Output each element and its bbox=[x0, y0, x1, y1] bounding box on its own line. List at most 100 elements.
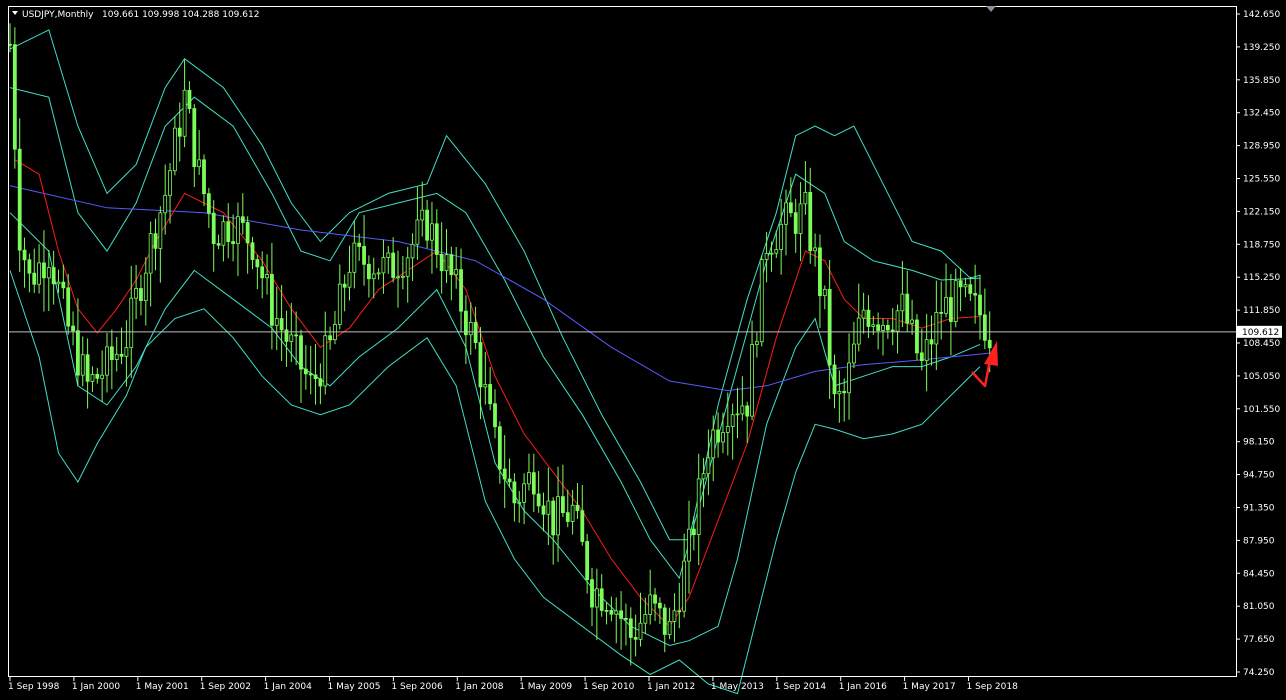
candle-body bbox=[211, 212, 216, 244]
candle-body bbox=[871, 324, 876, 327]
candle-body bbox=[410, 243, 415, 259]
candle-body bbox=[827, 288, 832, 366]
candle-body bbox=[716, 429, 720, 443]
candle-body bbox=[119, 353, 124, 357]
candle-body bbox=[624, 618, 628, 620]
candle-body bbox=[512, 481, 517, 504]
y-tick-label: 125.550 bbox=[1243, 175, 1280, 185]
candle-body bbox=[488, 384, 493, 405]
candle-body bbox=[114, 353, 119, 360]
candle-body bbox=[454, 269, 459, 276]
candle-body bbox=[900, 293, 905, 312]
y-tick-label: 122.150 bbox=[1243, 207, 1280, 217]
candle-body bbox=[551, 500, 556, 536]
candle-body bbox=[328, 335, 333, 341]
candle-body bbox=[944, 297, 948, 314]
y-tick-label: 81.050 bbox=[1243, 602, 1275, 612]
candle-body bbox=[531, 472, 536, 495]
x-tick-label: 1 May 2005 bbox=[328, 682, 381, 692]
current-price-tag: 109.612 bbox=[1237, 325, 1282, 338]
candle-body bbox=[614, 610, 619, 615]
y-tick-label: 87.950 bbox=[1243, 536, 1275, 546]
candle-body bbox=[822, 288, 827, 297]
candle-body bbox=[158, 212, 163, 249]
price-chart[interactable]: 142.650 139.250 135.850 132.450 128.950 125.5… bbox=[0, 0, 1286, 700]
candle-body bbox=[924, 339, 929, 362]
candle-body bbox=[856, 317, 861, 345]
candle-body bbox=[216, 243, 221, 246]
candle-body bbox=[400, 275, 405, 278]
candle-body bbox=[109, 346, 114, 360]
candle-body bbox=[653, 594, 657, 604]
candle-body bbox=[352, 242, 357, 273]
candle-body bbox=[881, 324, 885, 331]
candle-body bbox=[672, 610, 677, 622]
candle-body bbox=[85, 354, 90, 382]
x-tick-label: 1 May 2017 bbox=[903, 682, 956, 692]
candle-body bbox=[153, 233, 158, 249]
candle-body bbox=[769, 252, 774, 255]
candle-body bbox=[852, 343, 856, 364]
candle-body bbox=[818, 247, 822, 297]
candle-body bbox=[885, 324, 890, 331]
candle-body bbox=[725, 426, 730, 433]
candle-body bbox=[939, 311, 944, 314]
candle-body bbox=[357, 242, 362, 247]
candle-body bbox=[347, 271, 352, 288]
candle-body bbox=[56, 281, 61, 285]
candle-body bbox=[648, 594, 653, 615]
candle-body bbox=[755, 341, 759, 345]
candle-body bbox=[556, 496, 560, 536]
candle-body bbox=[37, 262, 41, 285]
candle-body bbox=[905, 293, 910, 324]
candle-body bbox=[953, 280, 958, 322]
candle-body bbox=[66, 287, 71, 327]
candle-body bbox=[143, 272, 148, 301]
x-tick-label: 1 May 2001 bbox=[136, 682, 189, 692]
candle-body bbox=[662, 607, 667, 635]
candle-body bbox=[779, 223, 784, 250]
candle-body bbox=[323, 335, 328, 387]
candle-body bbox=[313, 374, 318, 380]
candle-body bbox=[541, 505, 546, 515]
candle-body bbox=[590, 579, 594, 608]
candle-body bbox=[425, 209, 430, 241]
candle-body bbox=[658, 602, 662, 609]
y-tick-label: 118.750 bbox=[1243, 240, 1280, 250]
candle-body bbox=[837, 391, 842, 395]
chart-header: USDJPY,Monthly 109.661 109.998 104.288 1… bbox=[12, 10, 259, 20]
candle-body bbox=[483, 384, 488, 388]
candle-body bbox=[963, 284, 968, 288]
candle-body bbox=[386, 252, 391, 258]
y-tick-label: 94.750 bbox=[1243, 471, 1275, 481]
candle-body bbox=[439, 254, 444, 272]
candle-body bbox=[226, 221, 231, 242]
candle-body bbox=[279, 318, 284, 331]
candle-body bbox=[163, 194, 168, 214]
candle-body bbox=[90, 373, 95, 382]
candle-body bbox=[124, 347, 129, 357]
candle-body bbox=[910, 319, 914, 324]
candle-body bbox=[76, 330, 80, 376]
candle-body bbox=[148, 233, 153, 274]
candle-body bbox=[415, 219, 420, 245]
candle-body bbox=[619, 610, 623, 619]
candle-body bbox=[507, 478, 512, 483]
candle-body bbox=[808, 191, 813, 252]
candle-body bbox=[594, 588, 599, 608]
candle-body bbox=[468, 321, 473, 336]
candle-body bbox=[139, 288, 143, 301]
candle-body bbox=[260, 266, 265, 279]
y-tick-label: 77.650 bbox=[1243, 635, 1275, 645]
candle-body bbox=[168, 170, 172, 196]
candle-body bbox=[371, 273, 376, 280]
candle-body bbox=[255, 259, 260, 268]
candle-body bbox=[12, 44, 17, 150]
y-tick-label: 74.250 bbox=[1243, 668, 1275, 678]
candle-body bbox=[934, 311, 939, 345]
candle-body bbox=[682, 560, 687, 612]
candle-body bbox=[337, 283, 342, 325]
x-tick-label: 1 Jan 2016 bbox=[839, 682, 887, 692]
candle-body bbox=[27, 259, 32, 274]
candle-body bbox=[236, 216, 240, 244]
